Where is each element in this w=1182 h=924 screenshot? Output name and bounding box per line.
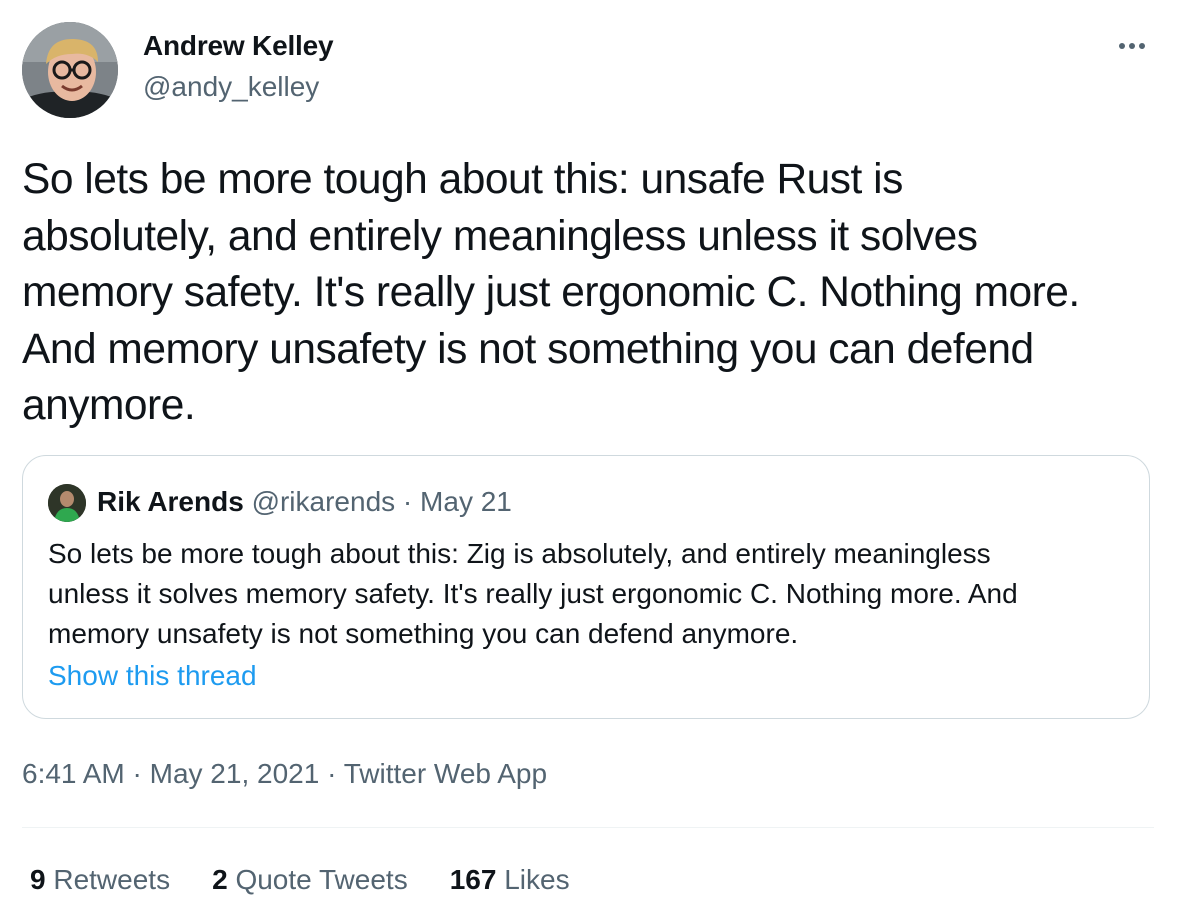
avatar-photo-icon xyxy=(22,22,118,118)
more-options-button[interactable] xyxy=(1112,28,1152,64)
quoted-author-avatar xyxy=(48,484,86,522)
quoted-tweet-card[interactable]: Rik Arends @rikarends · May 21 So lets b… xyxy=(22,455,1150,719)
engagement-stats: 9 Retweets 2 Quote Tweets 167 Likes xyxy=(30,864,612,896)
quoted-avatar-photo-icon xyxy=(48,484,86,522)
tweet: Andrew Kelley @andy_kelley So lets be mo… xyxy=(0,0,1182,924)
retweets-stat[interactable]: 9 Retweets xyxy=(30,864,170,896)
quoted-author-name: Rik Arends xyxy=(97,486,244,517)
likes-stat[interactable]: 167 Likes xyxy=(450,864,570,896)
retweets-label: Retweets xyxy=(53,864,171,895)
quote-tweets-count: 2 xyxy=(212,864,228,895)
retweets-count: 9 xyxy=(30,864,46,895)
quoted-author-handle: @rikarends xyxy=(251,486,396,517)
quoted-tweet-text: So lets be more tough about this: Zig is… xyxy=(48,538,1018,649)
tweet-time[interactable]: 6:41 AM xyxy=(22,758,125,789)
likes-label: Likes xyxy=(504,864,570,895)
author-handle[interactable]: @andy_kelley xyxy=(143,71,319,103)
author-name[interactable]: Andrew Kelley xyxy=(143,30,334,62)
show-thread-link[interactable]: Show this thread xyxy=(48,660,257,692)
likes-count: 167 xyxy=(449,864,497,895)
source-separator: · xyxy=(319,758,344,789)
quoted-separator: · xyxy=(395,486,421,517)
tweet-source-link[interactable]: Twitter Web App xyxy=(344,758,547,789)
quote-tweets-stat[interactable]: 2 Quote Tweets xyxy=(212,864,408,896)
tweet-text: So lets be more tough about this: unsafe… xyxy=(22,156,1080,429)
tweet-date[interactable]: May 21, 2021 xyxy=(150,758,320,789)
quote-tweets-label: Quote Tweets xyxy=(235,864,408,895)
timestamp-separator: · xyxy=(124,758,150,789)
quoted-tweet-header: Rik Arends @rikarends · May 21 xyxy=(97,486,512,518)
author-avatar[interactable] xyxy=(22,22,118,118)
divider xyxy=(22,827,1154,828)
tweet-timestamp-row: 6:41 AM · May 21, 2021 · Twitter Web App xyxy=(22,758,547,790)
quoted-tweet-date: May 21 xyxy=(420,486,512,517)
ellipsis-icon xyxy=(1119,43,1145,49)
